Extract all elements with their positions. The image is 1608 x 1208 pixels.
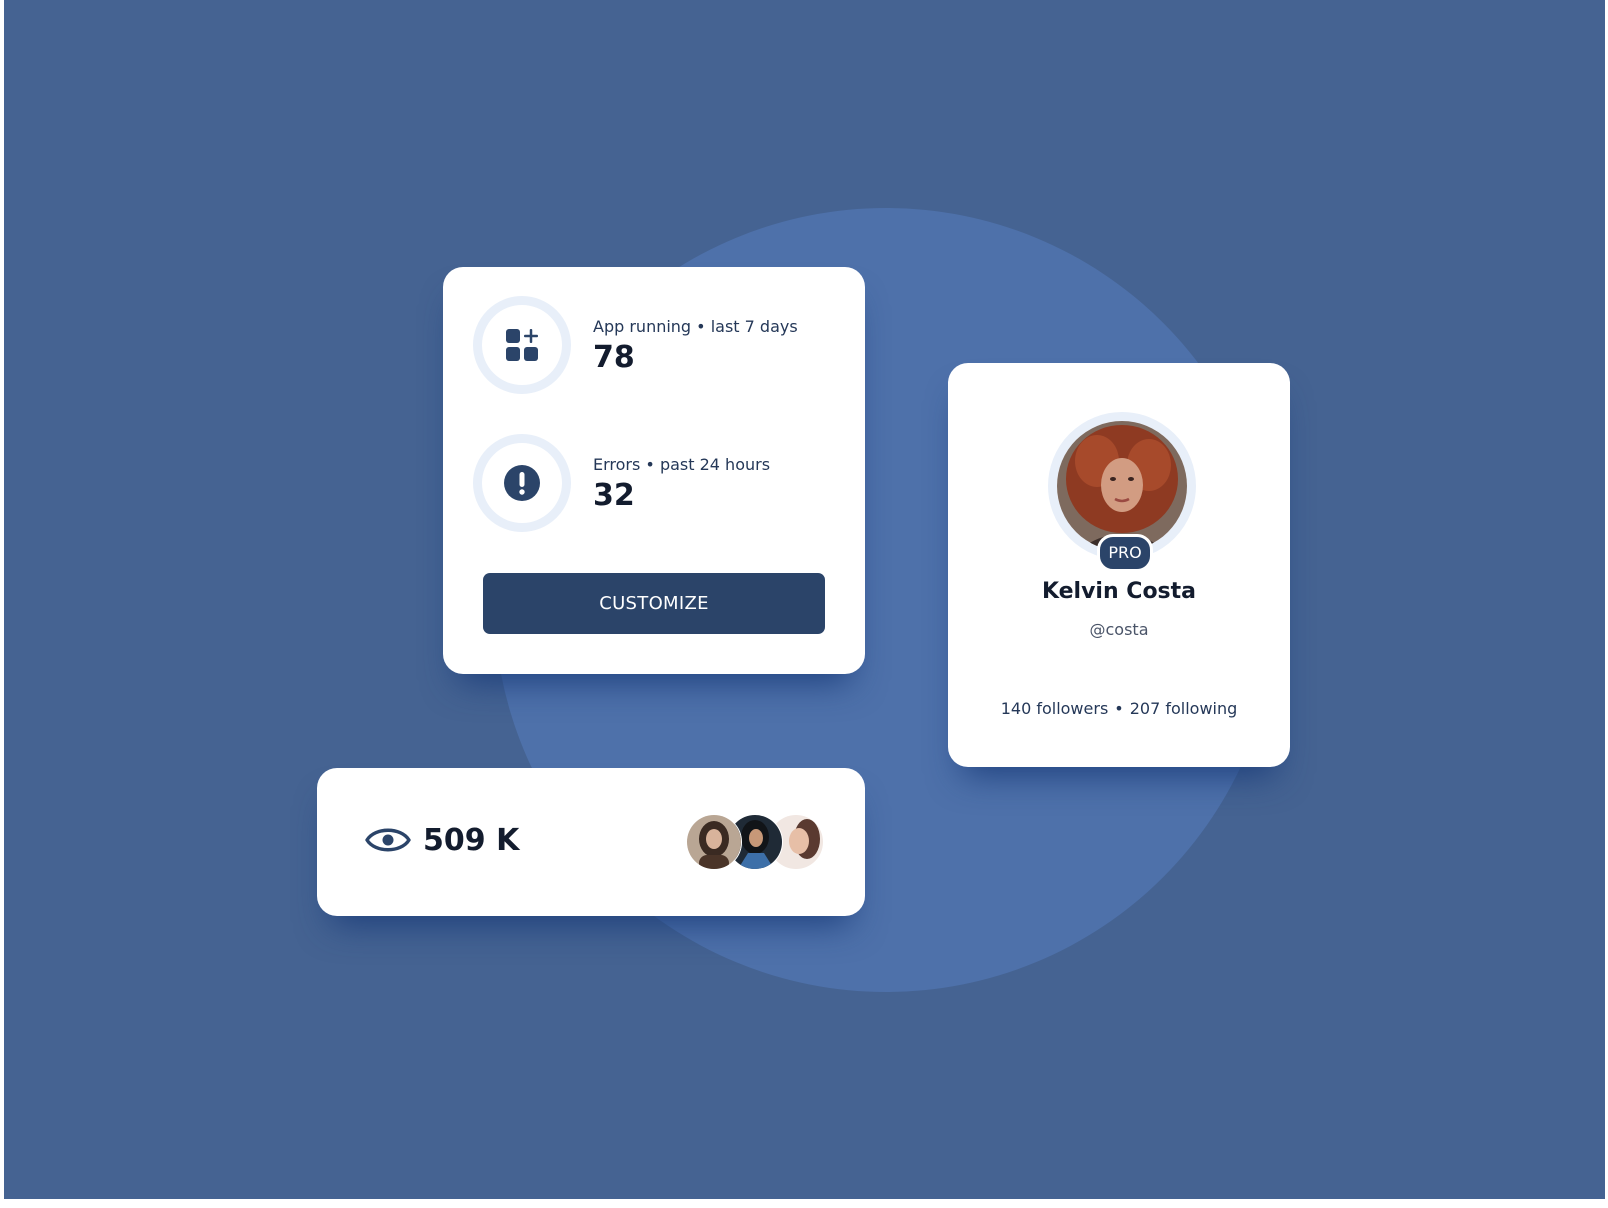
alert-icon	[504, 465, 540, 501]
stat-row-errors: Errors • past 24 hours 32	[473, 434, 843, 532]
canvas-background: App running • last 7 days 78 Errors • pa…	[4, 0, 1605, 1199]
stat-row-app-running: App running • last 7 days 78	[473, 296, 843, 394]
stat-value: 32	[593, 478, 635, 513]
profile-name: Kelvin Costa	[1041, 579, 1197, 604]
stat-value: 78	[593, 340, 635, 375]
stats-separator: •	[1114, 699, 1124, 718]
apps-add-icon	[506, 329, 538, 361]
viewer-avatar[interactable]	[686, 814, 742, 870]
profile-handle: @costa	[1089, 620, 1149, 639]
following-count[interactable]: 207 following	[1130, 699, 1238, 718]
followers-count[interactable]: 140 followers	[1001, 699, 1109, 718]
views-count: 509 K	[423, 823, 520, 858]
stat-icon-ring	[473, 296, 571, 394]
viewer-avatars	[686, 814, 826, 870]
profile-card: PRO Kelvin Costa @costa 140 followers • 20…	[948, 363, 1290, 767]
customize-button[interactable]: CUSTOMIZE	[483, 573, 825, 634]
stats-card: App running • last 7 days 78 Errors • pa…	[443, 267, 865, 674]
profile-stats: 140 followers • 207 following	[948, 699, 1290, 718]
stat-icon-ring	[473, 434, 571, 532]
stat-label: App running • last 7 days	[593, 317, 798, 336]
eye-icon	[365, 828, 411, 852]
stat-label: Errors • past 24 hours	[593, 455, 771, 474]
pro-badge: PRO	[1097, 534, 1153, 572]
views-card: 509 K	[317, 768, 865, 916]
